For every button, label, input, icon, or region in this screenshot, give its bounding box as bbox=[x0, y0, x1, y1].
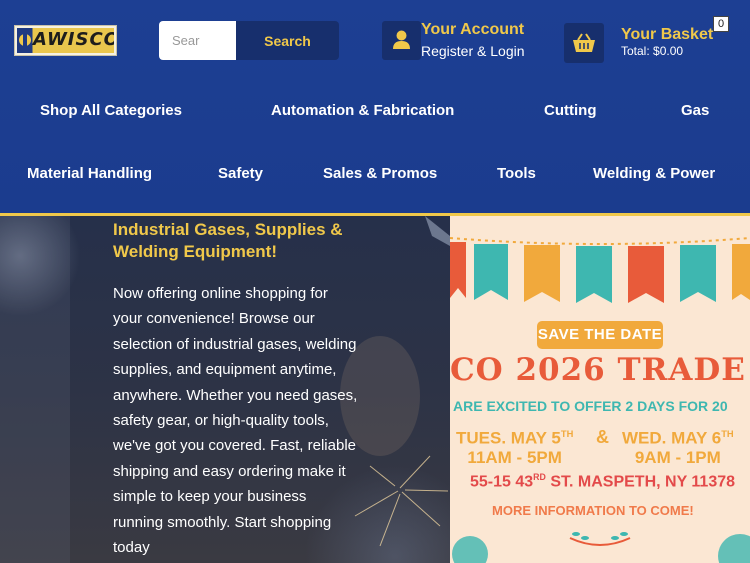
basket-total: Total: $0.00 bbox=[621, 44, 684, 58]
logo-mark-icon bbox=[19, 33, 31, 47]
nav-welding-power[interactable]: Welding & Power bbox=[593, 165, 715, 182]
trade-show-headline: CO 2026 TRADE S bbox=[450, 352, 750, 388]
hero-body: Now offering online shopping for your co… bbox=[113, 285, 358, 557]
nav-cutting[interactable]: Cutting bbox=[544, 102, 596, 119]
more-info-text: MORE INFORMATION TO COME! bbox=[492, 503, 694, 518]
basket-count-badge: 0 bbox=[713, 16, 729, 32]
day-one-time: 11AM - 5PM bbox=[467, 447, 562, 467]
nav-gas[interactable]: Gas bbox=[681, 102, 709, 119]
logo-text: AWISCO bbox=[33, 29, 114, 50]
address-street: ST. MASPETH, NY 11378 bbox=[545, 473, 736, 491]
basket-icon bbox=[573, 33, 595, 52]
search-button[interactable]: Search bbox=[236, 21, 339, 60]
save-the-date-badge: SAVE THE DATE bbox=[537, 321, 663, 349]
account-title[interactable]: Your Account bbox=[421, 21, 524, 39]
day-one: TUES. MAY 5TH 11AM - 5PM bbox=[456, 425, 573, 467]
hero-title: Industrial Gases, Supplies & Welding Equ… bbox=[113, 220, 343, 261]
day-two-date: WED. MAY 6 bbox=[622, 428, 722, 448]
site-logo[interactable]: AWISCO bbox=[14, 25, 117, 56]
user-icon bbox=[393, 30, 410, 49]
day-two: WED. MAY 6TH 9AM - 1PM bbox=[622, 425, 734, 467]
nav-automation-fabrication[interactable]: Automation & Fabrication bbox=[271, 102, 454, 119]
nav-material-handling[interactable]: Material Handling bbox=[27, 165, 152, 182]
search-input[interactable] bbox=[159, 21, 236, 60]
address-number: 55-15 43 bbox=[470, 473, 534, 491]
basket-icon-box[interactable] bbox=[564, 23, 604, 63]
day-one-date: TUES. MAY 5 bbox=[456, 428, 561, 448]
nav-tools[interactable]: Tools bbox=[497, 165, 536, 182]
basket-title[interactable]: Your Basket bbox=[621, 26, 713, 44]
event-address: 55-15 43RD ST. MASPETH, NY 11378 bbox=[470, 472, 735, 491]
nav-safety[interactable]: Safety bbox=[218, 165, 263, 182]
ampersand: & bbox=[596, 427, 609, 447]
logo-badge: AWISCO bbox=[17, 28, 114, 53]
day-two-time: 9AM - 1PM bbox=[634, 447, 721, 467]
trade-show-subline: ARE EXCITED TO OFFER 2 DAYS FOR 20 bbox=[453, 398, 728, 414]
nav-sales-promos[interactable]: Sales & Promos bbox=[323, 165, 437, 182]
day-two-suffix: TH bbox=[721, 429, 734, 439]
nav-shop-all-categories[interactable]: Shop All Categories bbox=[40, 102, 182, 119]
address-suffix: RD bbox=[533, 472, 546, 482]
register-login-link[interactable]: Register & Login bbox=[421, 43, 525, 59]
account-icon-box[interactable] bbox=[382, 21, 421, 60]
day-one-suffix: TH bbox=[560, 429, 574, 439]
